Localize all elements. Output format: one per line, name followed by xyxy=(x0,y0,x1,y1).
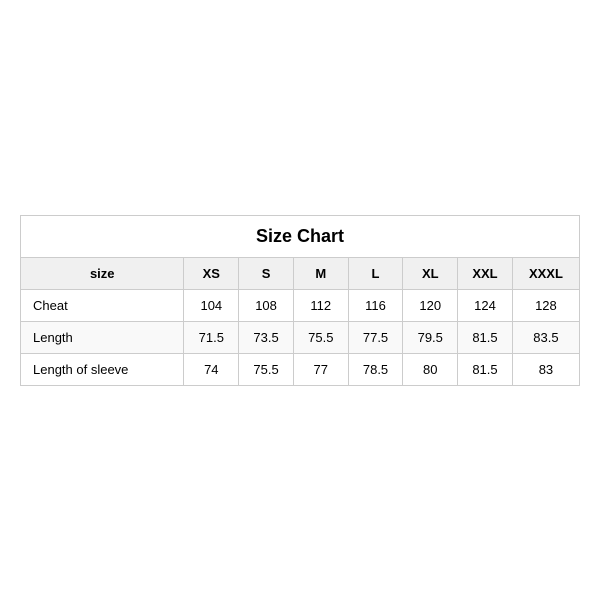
title-row: Size Chart xyxy=(21,215,580,257)
row-label: Length xyxy=(21,321,184,353)
row-cell: 108 xyxy=(239,289,294,321)
header-cell: XL xyxy=(403,257,458,289)
row-cell: 75.5 xyxy=(239,353,294,385)
size-chart-table: Size Chart sizeXSSMLXLXXLXXXL Cheat10410… xyxy=(20,215,580,386)
row-cell: 79.5 xyxy=(403,321,458,353)
header-cell: M xyxy=(293,257,348,289)
row-cell: 104 xyxy=(184,289,239,321)
row-cell: 80 xyxy=(403,353,458,385)
row-cell: 116 xyxy=(348,289,403,321)
row-cell: 128 xyxy=(512,289,579,321)
row-cell: 74 xyxy=(184,353,239,385)
row-cell: 75.5 xyxy=(293,321,348,353)
row-cell: 124 xyxy=(458,289,513,321)
header-cell: size xyxy=(21,257,184,289)
row-cell: 81.5 xyxy=(458,321,513,353)
row-cell: 71.5 xyxy=(184,321,239,353)
table-row: Cheat104108112116120124128 xyxy=(21,289,580,321)
header-cell: S xyxy=(239,257,294,289)
header-row: sizeXSSMLXLXXLXXXL xyxy=(21,257,580,289)
row-cell: 120 xyxy=(403,289,458,321)
row-cell: 77.5 xyxy=(348,321,403,353)
table-body: Cheat104108112116120124128Length71.573.5… xyxy=(21,289,580,385)
size-chart-container: Size Chart sizeXSSMLXLXXLXXXL Cheat10410… xyxy=(20,215,580,386)
row-cell: 73.5 xyxy=(239,321,294,353)
header-cell: XXXL xyxy=(512,257,579,289)
row-cell: 81.5 xyxy=(458,353,513,385)
header-cell: XXL xyxy=(458,257,513,289)
table-row: Length of sleeve7475.57778.58081.583 xyxy=(21,353,580,385)
row-cell: 112 xyxy=(293,289,348,321)
header-cell: XS xyxy=(184,257,239,289)
row-label: Length of sleeve xyxy=(21,353,184,385)
table-title: Size Chart xyxy=(21,215,580,257)
row-label: Cheat xyxy=(21,289,184,321)
table-row: Length71.573.575.577.579.581.583.5 xyxy=(21,321,580,353)
row-cell: 83 xyxy=(512,353,579,385)
row-cell: 83.5 xyxy=(512,321,579,353)
row-cell: 77 xyxy=(293,353,348,385)
header-cell: L xyxy=(348,257,403,289)
row-cell: 78.5 xyxy=(348,353,403,385)
